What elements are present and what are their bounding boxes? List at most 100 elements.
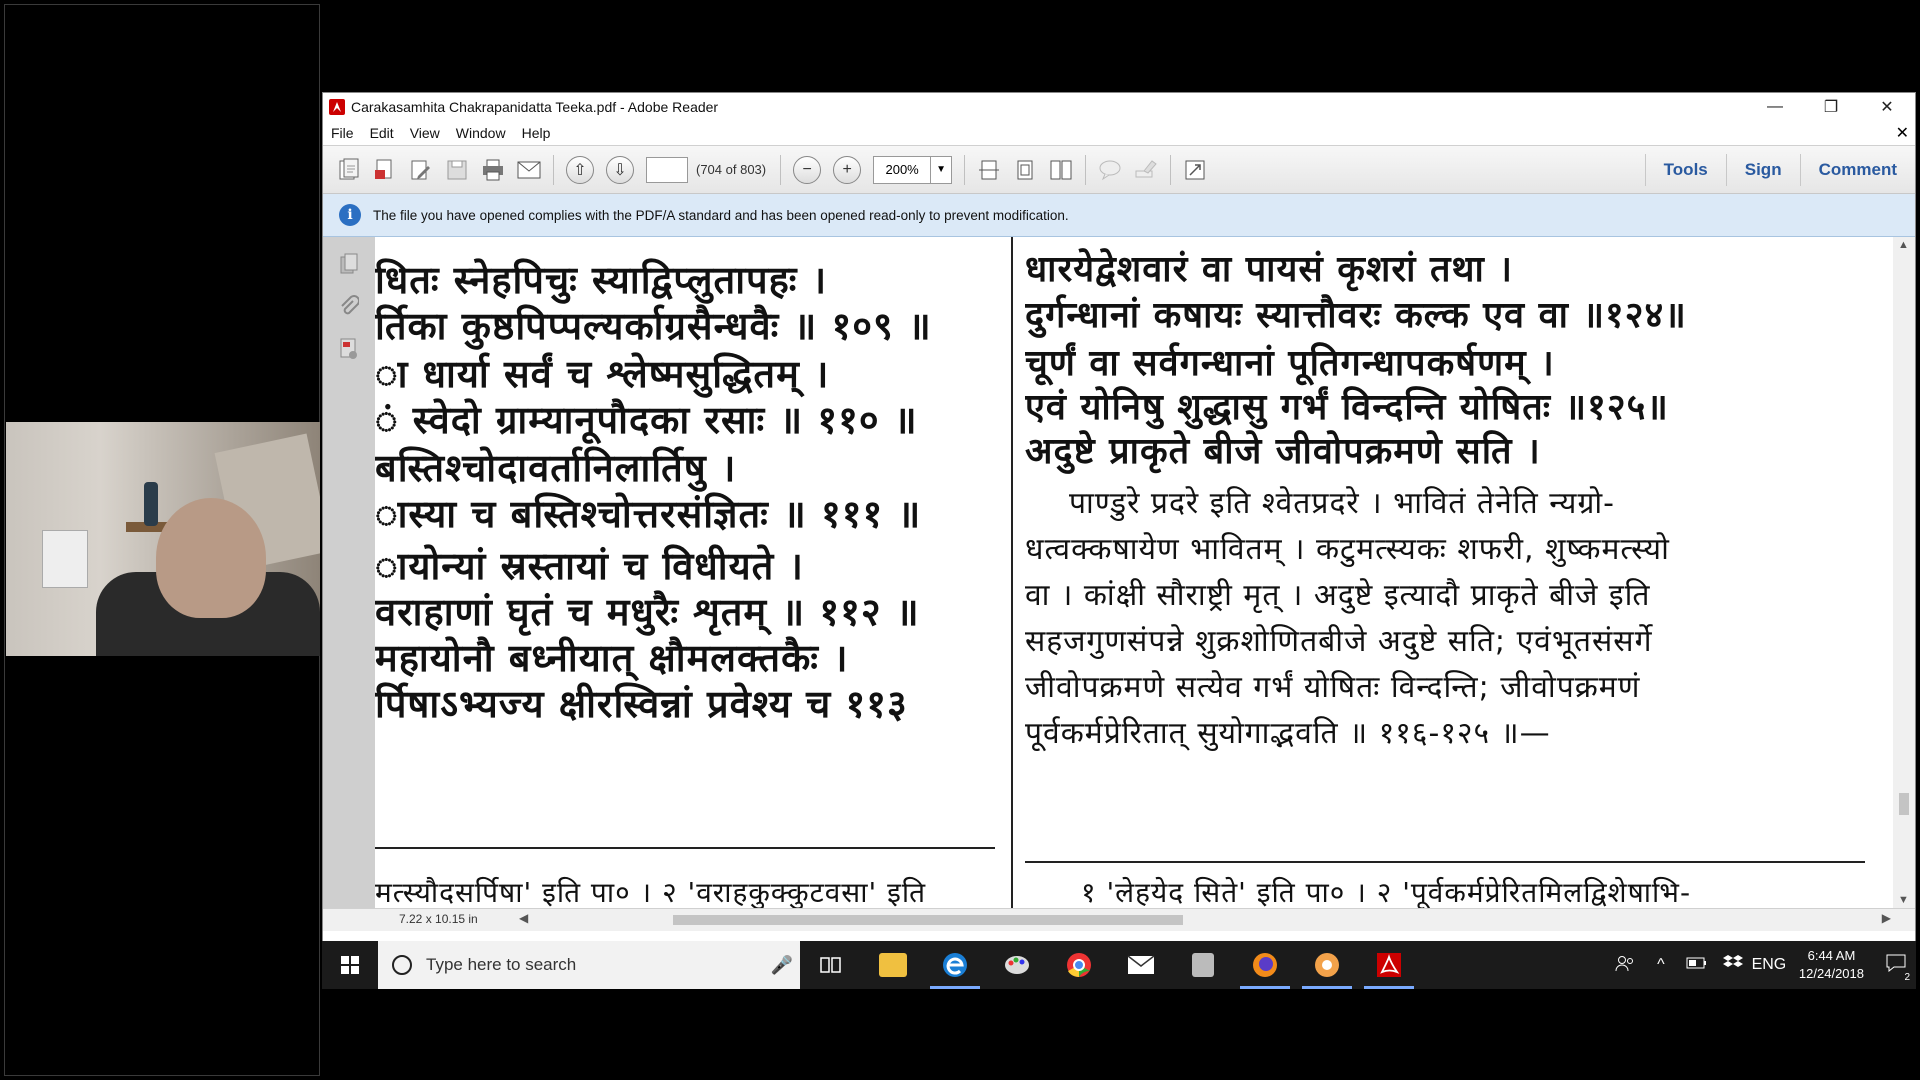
system-tray: ^ ENG 6:44 AM 12/24/2018 2: [1607, 941, 1916, 989]
microphone-icon[interactable]: 🎤: [764, 955, 800, 976]
signatures-icon[interactable]: [337, 335, 361, 363]
save-icon[interactable]: [439, 152, 475, 188]
wall-switch-board: [42, 530, 88, 588]
webcam-feed: [6, 422, 320, 656]
people-icon[interactable]: [1607, 954, 1643, 977]
email-icon[interactable]: [511, 152, 547, 188]
footnote-rule: [375, 847, 995, 849]
toolbar-separator: [780, 154, 782, 185]
firefox-browser-icon[interactable]: [1234, 941, 1296, 989]
footnote-rule: [1025, 861, 1865, 863]
comment-note-icon[interactable]: [1092, 152, 1128, 188]
zoom-out-button[interactable]: −: [793, 155, 822, 184]
battery-icon[interactable]: [1679, 956, 1715, 975]
mail-app-icon[interactable]: [1110, 941, 1172, 989]
verse-line: चूर्णं वा सर्वगन्धानां पूतिगन्धापकर्षणम्…: [1025, 343, 1555, 384]
page-thumbnails-icon[interactable]: [337, 251, 361, 279]
vertical-scroll-thumb[interactable]: [1899, 793, 1909, 815]
two-page-view-icon[interactable]: [1043, 152, 1079, 188]
person-head: [156, 498, 266, 618]
action-center-icon[interactable]: 2: [1876, 954, 1916, 983]
page-number-input[interactable]: [646, 156, 688, 183]
verse-line: ास्या च बस्तिश्चोत्तरसंज्ञितः ॥ १११ ॥: [375, 492, 922, 536]
full-screen-icon[interactable]: [1177, 152, 1213, 188]
comment-pane-button[interactable]: Comment: [1799, 153, 1915, 186]
toolbar-separator: [964, 154, 966, 185]
toolbar-separator: [553, 154, 554, 185]
scan-column-right: धारयेद्वेशवारं वा पायसं कृशरां तथा । दुर…: [1025, 237, 1885, 908]
scan-column-left: धितः स्नेहपिचुः स्याद्विप्लुतापहः । र्ति…: [375, 237, 995, 908]
zoom-value[interactable]: 200%: [874, 162, 930, 177]
dropbox-icon[interactable]: [1715, 954, 1751, 977]
previous-page-button[interactable]: ⇧: [566, 155, 594, 184]
document-area: धितः स्नेहपिचुः स्याद्विप्लुतापहः । र्ति…: [323, 237, 1915, 931]
verse-line: महायोनौ बध्नीयात् क्षौमलक्तकैः ।: [375, 636, 849, 680]
start-button[interactable]: [322, 941, 378, 989]
edge-browser-icon[interactable]: [924, 941, 986, 989]
task-view-icon[interactable]: [800, 941, 862, 989]
vertical-scrollbar[interactable]: ▲ ▼: [1893, 237, 1915, 908]
notification-count: 2: [1904, 971, 1910, 983]
attachments-icon[interactable]: [337, 293, 361, 321]
edit-pdf-icon[interactable]: [403, 152, 439, 188]
zoom-dropdown-icon[interactable]: ▼: [930, 156, 951, 183]
fit-width-icon[interactable]: [971, 152, 1007, 188]
close-button[interactable]: ✕: [1859, 93, 1915, 121]
scroll-up-icon[interactable]: ▲: [1898, 239, 1909, 251]
adobe-reader-taskbar-icon[interactable]: [1358, 941, 1420, 989]
fit-page-icon[interactable]: [1007, 152, 1043, 188]
pdf-page-view[interactable]: धितः स्नेहपिचुः स्याद्विप्लुतापहः । र्ति…: [375, 237, 1893, 908]
verse-line: एवं योनिषु शुद्धासु गर्भं विन्दन्ति योषि…: [1025, 387, 1669, 428]
menu-help[interactable]: Help: [514, 125, 559, 141]
tools-pane-button[interactable]: Tools: [1644, 153, 1726, 186]
clock[interactable]: 6:44 AM 12/24/2018: [1799, 947, 1864, 983]
zoom-select[interactable]: 200% ▼: [873, 155, 953, 184]
notepad-app-icon[interactable]: [1172, 941, 1234, 989]
clock-date: 12/24/2018: [1798, 966, 1864, 981]
file-explorer-icon[interactable]: [862, 941, 924, 989]
create-pdf-icon[interactable]: [331, 152, 367, 188]
minimize-button[interactable]: —: [1747, 93, 1803, 121]
page-size-label: 7.22 x 10.15 in: [399, 912, 478, 926]
pdfa-info-bar: i The file you have opened complies with…: [323, 194, 1915, 237]
print-icon[interactable]: [475, 152, 511, 188]
show-hidden-icons-chevron[interactable]: ^: [1643, 956, 1679, 974]
chrome-browser-icon[interactable]: [1048, 941, 1110, 989]
adobe-reader-window: Carakasamhita Chakrapanidatta Teeka.pdf …: [322, 92, 1916, 989]
verse-line: ायोन्यां स्रस्तायां च विधीयते ।: [375, 544, 804, 588]
verse-line: धारयेद्वेशवारं वा पायसं कृशरां तथा ।: [1025, 249, 1513, 290]
paint-app-icon[interactable]: [986, 941, 1048, 989]
commentary-line: वा । कांक्षी सौराष्ट्री मृत् । अदुष्टे इ…: [1025, 578, 1651, 613]
menu-edit[interactable]: Edit: [362, 125, 402, 141]
verse-line: बस्तिश्चोदावर्तानिलार्तिषु ।: [375, 446, 737, 490]
highlight-tool-icon[interactable]: [1128, 152, 1164, 188]
verse-line: वराहाणां घृतं च मधुरैः शृतम् ॥ ११२ ॥: [375, 590, 920, 634]
menu-file[interactable]: File: [323, 125, 362, 141]
export-pdf-icon[interactable]: [367, 152, 403, 188]
zoom-in-button[interactable]: +: [833, 155, 862, 184]
close-document-button[interactable]: ✕: [1896, 123, 1909, 143]
scroll-left-icon[interactable]: ◀: [519, 911, 528, 925]
cortana-icon: [392, 955, 412, 975]
verse-line: ा धार्या सर्वं च श्लेष्मसुद्धितम् ।: [375, 352, 830, 396]
toolbar-separator: [1170, 154, 1172, 185]
commentary-line: सहजगुणसंपन्ने शुक्रशोणितबीजे अदुष्टे सति…: [1025, 624, 1653, 659]
search-placeholder: Type here to search: [426, 955, 577, 974]
scroll-right-icon[interactable]: ▶: [1882, 911, 1891, 925]
restore-button[interactable]: ❐: [1803, 93, 1859, 121]
horizontal-scroll-thumb[interactable]: [673, 915, 1183, 925]
commentary-line: पूर्वकर्मप्रेरितात् सुयोगाद्भवति ॥ ११६-१…: [1025, 716, 1551, 751]
taskbar-search-box[interactable]: Type here to search 🎤: [378, 941, 800, 989]
scroll-down-icon[interactable]: ▼: [1898, 894, 1909, 906]
verse-line: अदुष्टे प्राकृते बीजे जीवोपक्रमणे सति ।: [1025, 431, 1541, 472]
toolbar: ⇧ ⇩ (704 of 803) − + 200% ▼ Tools Sign C…: [323, 146, 1915, 194]
page-count: (704 of 803): [696, 162, 767, 177]
next-page-button[interactable]: ⇩: [606, 155, 634, 184]
sign-pane-button[interactable]: Sign: [1725, 153, 1800, 186]
verse-line: ं स्वेदो ग्राम्यानूपौदका रसाः ॥ ११० ॥: [375, 398, 918, 442]
settings-app-icon[interactable]: [1296, 941, 1358, 989]
menu-view[interactable]: View: [402, 125, 448, 141]
window-title: Carakasamhita Chakrapanidatta Teeka.pdf …: [351, 99, 719, 115]
language-indicator[interactable]: ENG: [1751, 956, 1787, 974]
menu-window[interactable]: Window: [448, 125, 514, 141]
